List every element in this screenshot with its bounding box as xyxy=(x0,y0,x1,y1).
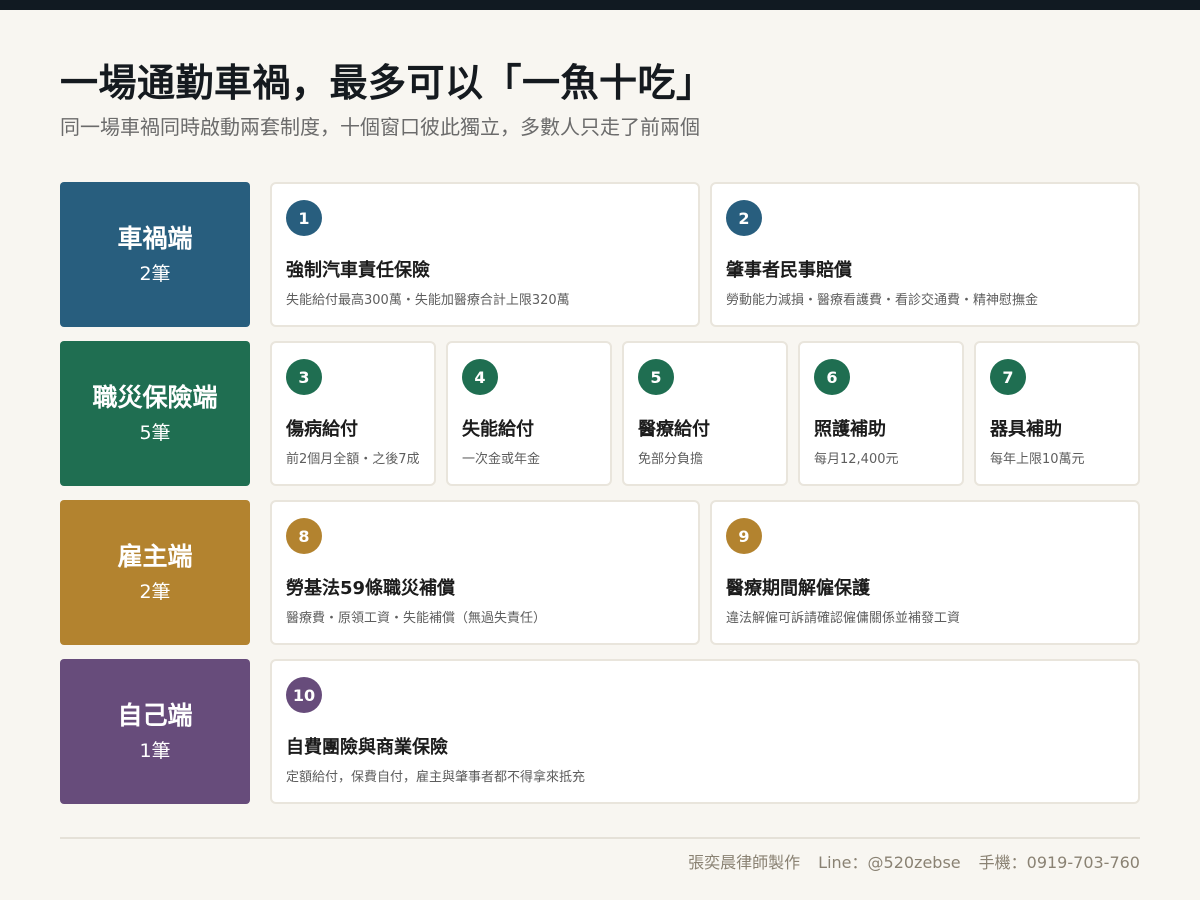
number-badge: 9 xyxy=(726,518,762,554)
card-description: 每月12,400元 xyxy=(814,452,899,467)
card-description: 免部分負擔 xyxy=(638,452,704,467)
card-title: 照護補助 xyxy=(814,419,886,440)
card-description: 違法解僱可訴請確認僱傭關係並補發工資 xyxy=(726,611,961,626)
benefit-card: 4 失能給付 一次金或年金 xyxy=(446,341,612,486)
category-name: 職災保險端 xyxy=(92,382,218,412)
card-title: 勞基法59條職災補償 xyxy=(286,578,456,599)
card-title: 失能給付 xyxy=(462,419,534,440)
category-name: 雇主端 xyxy=(117,541,193,571)
benefit-card: 5 醫療給付 免部分負擔 xyxy=(622,341,788,486)
benefit-card: 8 勞基法59條職災補償 醫療費・原領工資・失能補償（無過失責任） xyxy=(270,500,700,645)
number-badge: 6 xyxy=(814,359,850,395)
category-name: 車禍端 xyxy=(117,223,193,253)
footer: 張奕晨律師製作 Line：@520zebse 手機：0919-703-760 xyxy=(688,849,1140,873)
row-self-side: 自己端 1筆 10 自費團險與商業保險 定額給付，保費自付，雇主與肇事者都不得拿… xyxy=(60,659,1140,804)
card-description: 失能給付最高300萬・失能加醫療合計上限320萬 xyxy=(286,293,570,308)
row-occupational-side: 職災保險端 5筆 3 傷病給付 前2個月全額・之後7成 4 失能給付 一次金或年… xyxy=(60,341,1140,486)
number-badge: 7 xyxy=(990,359,1026,395)
card-title: 強制汽車責任保險 xyxy=(286,260,430,281)
benefit-card: 1 強制汽車責任保險 失能給付最高300萬・失能加醫療合計上限320萬 xyxy=(270,182,700,327)
benefit-card: 3 傷病給付 前2個月全額・之後7成 xyxy=(270,341,436,486)
footer-divider xyxy=(60,837,1140,839)
category-count: 2筆 xyxy=(139,263,171,286)
card-description: 勞動能力減損・醫療看護費・看診交通費・精神慰撫金 xyxy=(726,293,1039,308)
footer-author: 張奕晨律師製作 xyxy=(688,853,801,872)
card-description: 醫療費・原領工資・失能補償（無過失責任） xyxy=(286,611,547,626)
row-car-side: 車禍端 2筆 1 強制汽車責任保險 失能給付最高300萬・失能加醫療合計上限32… xyxy=(60,182,1140,327)
card-description: 定額給付，保費自付，雇主與肇事者都不得拿來抵充 xyxy=(286,770,586,785)
number-badge: 1 xyxy=(286,200,322,236)
number-badge: 10 xyxy=(286,677,322,713)
card-group: 8 勞基法59條職災補償 醫療費・原領工資・失能補償（無過失責任） 9 醫療期間… xyxy=(270,500,1140,645)
card-title: 自費團險與商業保險 xyxy=(286,737,448,758)
card-title: 醫療給付 xyxy=(638,419,710,440)
category-employer-side: 雇主端 2筆 xyxy=(60,500,250,645)
category-occupational-side: 職災保險端 5筆 xyxy=(60,341,250,486)
card-title: 器具補助 xyxy=(990,419,1062,440)
card-group: 3 傷病給付 前2個月全額・之後7成 4 失能給付 一次金或年金 5 醫療給付 … xyxy=(270,341,1140,486)
benefit-card: 2 肇事者民事賠償 勞動能力減損・醫療看護費・看診交通費・精神慰撫金 xyxy=(710,182,1140,327)
category-name: 自己端 xyxy=(117,700,193,730)
card-title: 肇事者民事賠償 xyxy=(726,260,852,281)
benefit-card: 9 醫療期間解僱保護 違法解僱可訴請確認僱傭關係並補發工資 xyxy=(710,500,1140,645)
benefit-card: 10 自費團險與商業保險 定額給付，保費自付，雇主與肇事者都不得拿來抵充 xyxy=(270,659,1140,804)
number-badge: 5 xyxy=(638,359,674,395)
benefit-card: 7 器具補助 每年上限10萬元 xyxy=(974,341,1140,486)
footer-line-id: Line：@520zebse xyxy=(818,853,961,872)
card-title: 傷病給付 xyxy=(286,419,358,440)
category-self-side: 自己端 1筆 xyxy=(60,659,250,804)
card-description: 一次金或年金 xyxy=(462,452,541,467)
number-badge: 8 xyxy=(286,518,322,554)
card-description: 前2個月全額・之後7成 xyxy=(286,452,420,467)
top-bar xyxy=(0,0,1200,10)
category-count: 5筆 xyxy=(139,422,171,445)
page-subtitle: 同一場車禍同時啟動兩套制度，十個窗口彼此獨立，多數人只走了前兩個 xyxy=(60,115,700,139)
card-group: 1 強制汽車責任保險 失能給付最高300萬・失能加醫療合計上限320萬 2 肇事… xyxy=(270,182,1140,327)
category-count: 1筆 xyxy=(139,740,171,763)
card-group: 10 自費團險與商業保險 定額給付，保費自付，雇主與肇事者都不得拿來抵充 xyxy=(270,659,1140,804)
category-count: 2筆 xyxy=(139,581,171,604)
row-employer-side: 雇主端 2筆 8 勞基法59條職災補償 醫療費・原領工資・失能補償（無過失責任）… xyxy=(60,500,1140,645)
card-description: 每年上限10萬元 xyxy=(990,452,1085,467)
number-badge: 2 xyxy=(726,200,762,236)
category-car-side: 車禍端 2筆 xyxy=(60,182,250,327)
page-title: 一場通勤車禍，最多可以「一魚十吃」 xyxy=(60,61,715,105)
number-badge: 4 xyxy=(462,359,498,395)
benefit-card: 6 照護補助 每月12,400元 xyxy=(798,341,964,486)
number-badge: 3 xyxy=(286,359,322,395)
footer-phone: 手機：0919-703-760 xyxy=(978,853,1140,872)
card-title: 醫療期間解僱保護 xyxy=(726,578,870,599)
